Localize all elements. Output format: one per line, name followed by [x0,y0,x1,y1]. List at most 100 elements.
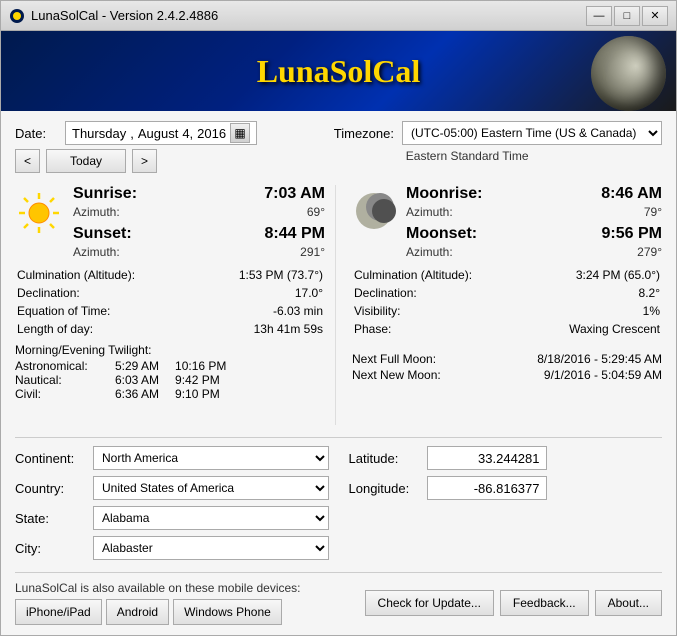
maximize-button[interactable]: □ [614,6,640,26]
continent-row: Continent: North America [15,446,329,470]
astronomical-row: Astronomical: 5:29 AM 10:16 PM [15,359,325,373]
phase-row: Phase: Waxing Crescent [354,321,660,337]
sunrise-time: 7:03 AM [264,185,325,203]
bottom-section: LunaSolCal is also available on these mo… [15,572,662,625]
timezone-select[interactable]: (UTC-05:00) Eastern Time (US & Canada) [402,121,662,145]
date-row: Date: Thursday , August 4, 2016 ▦ [15,121,257,145]
state-select[interactable]: Alabama [93,506,329,530]
android-button[interactable]: Android [106,599,169,625]
feedback-button[interactable]: Feedback... [500,590,589,616]
nautical-am: 6:03 AM [115,373,159,387]
moon-declination-val: 8.2° [528,285,660,301]
longitude-label: Longitude: [349,481,419,496]
next-full-row: Next Full Moon: 8/18/2016 - 5:29:45 AM [352,351,662,367]
minimize-button[interactable]: — [586,6,612,26]
windowsphone-button[interactable]: Windows Phone [173,599,282,625]
iphone-button[interactable]: iPhone/iPad [15,599,102,625]
latitude-input[interactable] [427,446,547,470]
date-daynum: 4, [182,126,193,141]
phase-label: Phase: [354,321,526,337]
date-year: 2016 [197,126,226,141]
sunset-az-label: Azimuth: [73,245,120,259]
today-button[interactable]: Today [46,149,126,173]
civil-pm: 9:10 PM [175,387,220,401]
astronomical-label: Astronomical: [15,359,115,373]
sunrise-az-row: Azimuth: 69° [73,205,325,219]
moon-culmination-row: Culmination (Altitude): 3:24 PM (65.0°) [354,267,660,283]
culmination-label: Culmination (Altitude): [17,267,194,283]
next-new-label: Next New Moon: [352,368,441,382]
timezone-row: Timezone: (UTC-05:00) Eastern Time (US &… [334,121,662,145]
moonset-az-label: Azimuth: [406,245,453,259]
latitude-label: Latitude: [349,451,419,466]
phase-val: Waxing Crescent [528,321,660,337]
moonrise-az-row: Azimuth: 79° [406,205,662,219]
location-right: Latitude: Longitude: [349,446,663,560]
moon-details-table: Culmination (Altitude): 3:24 PM (65.0°) … [352,265,662,339]
title-bar: LunaSolCal - Version 2.4.2.4886 — □ ✕ [1,1,676,31]
next-date-button[interactable]: > [132,149,157,173]
title-bar-text: LunaSolCal - Version 2.4.2.4886 [31,8,218,23]
main-window: LunaSolCal - Version 2.4.2.4886 — □ ✕ Lu… [0,0,677,636]
moonrise-label: Moonrise: [406,185,482,202]
mobile-section: LunaSolCal is also available on these mo… [15,581,301,625]
main-content: Date: Thursday , August 4, 2016 ▦ < Toda… [1,111,676,635]
about-button[interactable]: About... [595,590,662,616]
visibility-label: Visibility: [354,303,526,319]
nautical-label: Nautical: [15,373,115,387]
longitude-input[interactable] [427,476,547,500]
latitude-row: Latitude: [349,446,663,470]
eot-row: Equation of Time: -6.03 min [17,303,323,319]
sunset-time: 8:44 PM [265,225,325,243]
title-bar-controls: — □ ✕ [586,6,668,26]
sun-details-table: Culmination (Altitude): 1:53 PM (73.7°) … [15,265,325,339]
moon-culmination-label: Culmination (Altitude): [354,267,526,283]
next-full-val: 8/18/2016 - 5:29:45 AM [537,352,662,366]
declination-val: 17.0° [196,285,323,301]
next-new-val: 9/1/2016 - 5:04:59 AM [544,368,662,382]
sunset-az-val: 291° [300,245,325,259]
mobile-label: LunaSolCal is also available on these mo… [15,581,301,595]
date-day: Thursday [72,126,126,141]
declination-label: Declination: [17,285,194,301]
continent-select[interactable]: North America [93,446,329,470]
moonrise-az-val: 79° [644,205,662,219]
prev-date-button[interactable]: < [15,149,40,173]
country-select[interactable]: United States of America [93,476,329,500]
moonrise-az-label: Azimuth: [406,205,453,219]
daylength-val: 13h 41m 59s [196,321,323,337]
civil-label: Civil: [15,387,115,401]
state-row: State: Alabama [15,506,329,530]
moon-decoration [591,36,666,111]
sunset-az-row: Azimuth: 291° [73,245,325,259]
city-label: City: [15,541,85,556]
date-label: Date: [15,126,55,141]
twilight-title: Morning/Evening Twilight: [15,343,325,357]
city-row: City: Alabaster [15,536,329,560]
state-label: State: [15,511,85,526]
moon-icon [352,189,396,233]
next-new-row: Next New Moon: 9/1/2016 - 5:04:59 AM [352,367,662,383]
city-select[interactable]: Alabaster [93,536,329,560]
daylength-row: Length of day: 13h 41m 59s [17,321,323,337]
location-section: Continent: North America Country: United… [15,437,662,560]
action-btns: Check for Update... Feedback... About... [365,590,662,616]
country-label: Country: [15,481,85,496]
daylength-label: Length of day: [17,321,194,337]
sunrise-az-val: 69° [307,205,325,219]
sunrise-data: Sunrise: 7:03 AM Azimuth: 69° Sunset: 8:… [73,185,325,259]
check-update-button[interactable]: Check for Update... [365,590,494,616]
culmination-val: 1:53 PM (73.7°) [196,267,323,283]
civil-row: Civil: 6:36 AM 9:10 PM [15,387,325,401]
date-picker-button[interactable]: ▦ [230,123,250,143]
moonset-az-row: Azimuth: 279° [406,245,662,259]
civil-am: 6:36 AM [115,387,159,401]
close-button[interactable]: ✕ [642,6,668,26]
nautical-row: Nautical: 6:03 AM 9:42 PM [15,373,325,387]
astronomical-am: 5:29 AM [115,359,159,373]
title-bar-left: LunaSolCal - Version 2.4.2.4886 [9,8,218,24]
moon-culmination-val: 3:24 PM (65.0°) [528,267,660,283]
sunrise-label: Sunrise: [73,185,137,202]
declination-row: Declination: 17.0° [17,285,323,301]
date-input-box[interactable]: Thursday , August 4, 2016 ▦ [65,121,257,145]
